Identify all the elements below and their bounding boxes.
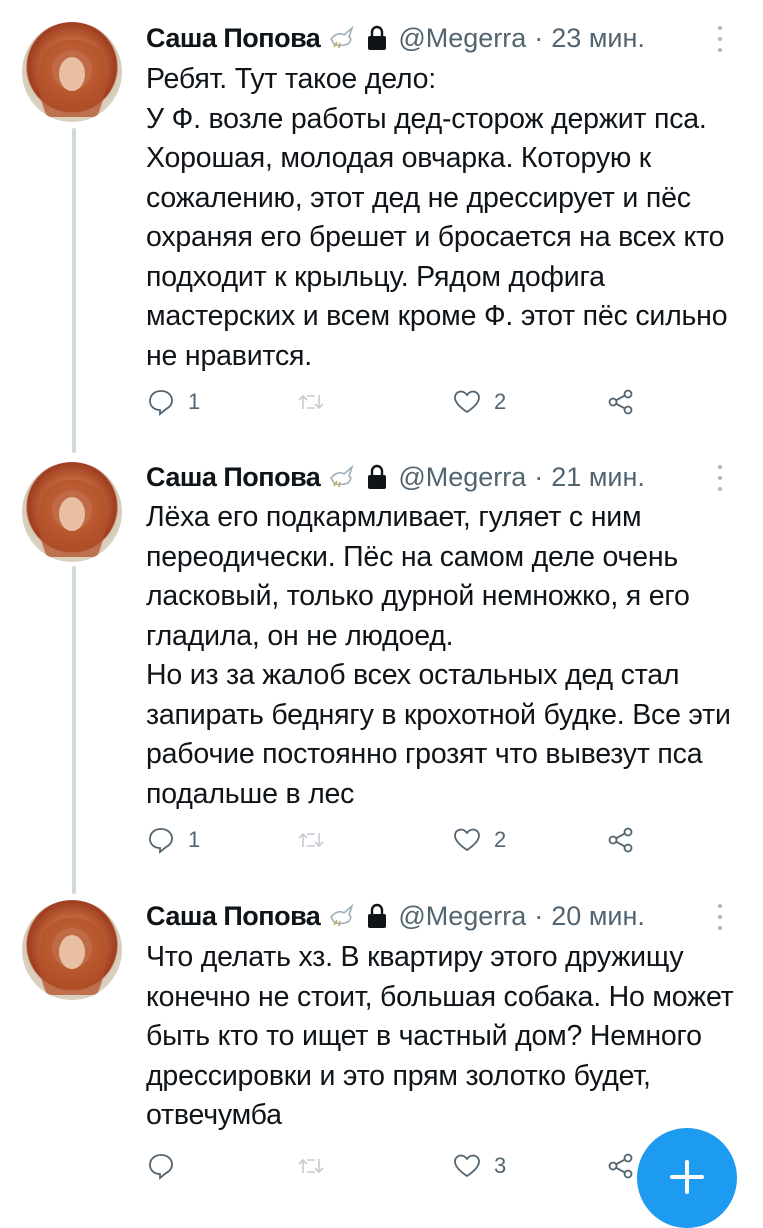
avatar[interactable] <box>22 900 122 1000</box>
author-name[interactable]: Саша Попова <box>146 901 321 932</box>
tweet-actions: 3 <box>146 1146 666 1186</box>
retweet-icon <box>296 1151 326 1181</box>
reply-icon <box>146 825 176 855</box>
lock-icon <box>366 25 388 51</box>
share-button[interactable] <box>606 1146 636 1186</box>
thread-line <box>72 128 76 453</box>
lock-icon <box>366 464 388 490</box>
tweet-header: Саша Попова @Megerra · 21 мин. <box>146 457 645 497</box>
separator: · <box>534 900 544 931</box>
heart-icon <box>452 387 482 417</box>
tweet-text: Ребят. Тут такое дело: У Ф. возле работы… <box>146 63 728 372</box>
tweet-header: Саша Попова @Megerra · 23 мин. <box>146 18 645 58</box>
reply-button[interactable]: 1 <box>146 820 200 860</box>
compose-button[interactable] <box>637 1128 737 1228</box>
timestamp[interactable]: 21 мин. <box>551 462 645 493</box>
share-button[interactable] <box>606 820 636 860</box>
like-count: 3 <box>494 1153 507 1178</box>
dove-icon <box>328 903 356 929</box>
dove-icon <box>328 464 356 490</box>
share-icon <box>606 1151 636 1181</box>
share-icon <box>606 825 636 855</box>
retweet-button[interactable] <box>296 382 338 422</box>
separator: · <box>534 461 544 492</box>
lock-icon <box>366 903 388 929</box>
timestamp[interactable]: 23 мин. <box>551 23 645 54</box>
share-button[interactable] <box>606 382 636 422</box>
author-name[interactable]: Саша Попова <box>146 23 321 54</box>
more-options-icon[interactable] <box>715 26 725 52</box>
tweet-text: Что делать хз. В квартиру этого дружищу … <box>146 941 734 1131</box>
author-handle[interactable]: @Megerra <box>398 462 526 493</box>
heart-icon <box>452 1151 482 1181</box>
retweet-button[interactable] <box>296 1146 338 1186</box>
tweet-actions: 1 2 <box>146 382 666 422</box>
reply-button[interactable] <box>146 1146 188 1186</box>
tweet-text: Лёха его подкармливает, гуляет с ним пер… <box>146 501 731 810</box>
reply-button[interactable]: 1 <box>146 382 200 422</box>
retweet-button[interactable] <box>296 820 338 860</box>
more-options-icon[interactable] <box>715 904 725 930</box>
timestamp[interactable]: 20 мин. <box>551 901 645 932</box>
author-handle[interactable]: @Megerra <box>398 23 526 54</box>
like-button[interactable]: 2 <box>452 382 506 422</box>
author-handle[interactable]: @Megerra <box>398 901 526 932</box>
avatar[interactable] <box>22 462 122 562</box>
thread-line <box>72 566 76 894</box>
tweet-header: Саша Попова @Megerra · 20 мин. <box>146 896 645 936</box>
reply-icon <box>146 1151 176 1181</box>
retweet-icon <box>296 825 326 855</box>
heart-icon <box>452 825 482 855</box>
share-icon <box>606 387 636 417</box>
author-name[interactable]: Саша Попова <box>146 462 321 493</box>
like-count: 2 <box>494 827 507 852</box>
like-button[interactable]: 2 <box>452 820 506 860</box>
reply-count: 1 <box>188 827 201 852</box>
tweet-actions: 1 2 <box>146 820 666 860</box>
separator: · <box>534 22 544 53</box>
reply-icon <box>146 387 176 417</box>
reply-count: 1 <box>188 389 201 414</box>
avatar[interactable] <box>22 22 122 122</box>
more-options-icon[interactable] <box>715 465 725 491</box>
like-button[interactable]: 3 <box>452 1146 506 1186</box>
like-count: 2 <box>494 389 507 414</box>
retweet-icon <box>296 387 326 417</box>
dove-icon <box>328 25 356 51</box>
plus-icon <box>668 1128 706 1201</box>
